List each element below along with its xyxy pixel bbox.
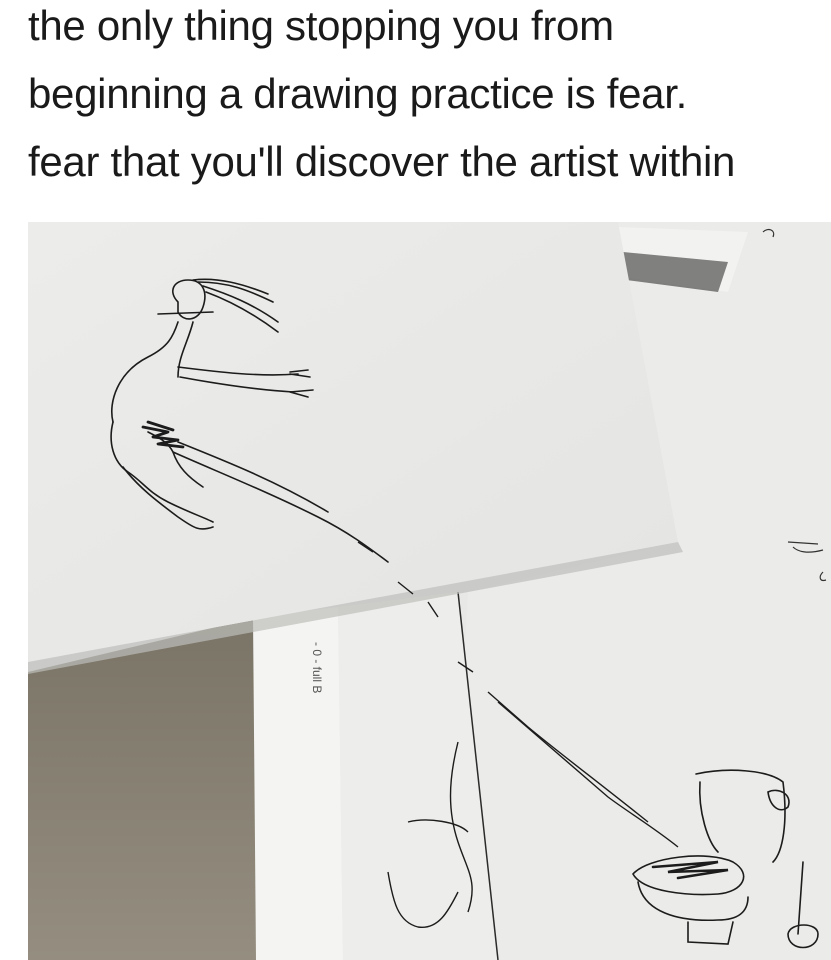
ruler-label: - 0 - full B: [310, 642, 324, 693]
caption-line-1: the only thing stopping you from: [28, 2, 614, 49]
table-surface: [28, 617, 258, 960]
meme-caption: the only thing stopping you from beginni…: [0, 0, 831, 222]
caption-line-3: fear that you'll discover the artist wit…: [28, 138, 736, 185]
ruler-strip: [253, 607, 343, 960]
drawing-photo: - 0 - full B: [28, 222, 831, 960]
drawing-photo-svg: - 0 - full B: [28, 222, 831, 960]
caption-line-2: beginning a drawing practice is fear.: [28, 70, 687, 117]
